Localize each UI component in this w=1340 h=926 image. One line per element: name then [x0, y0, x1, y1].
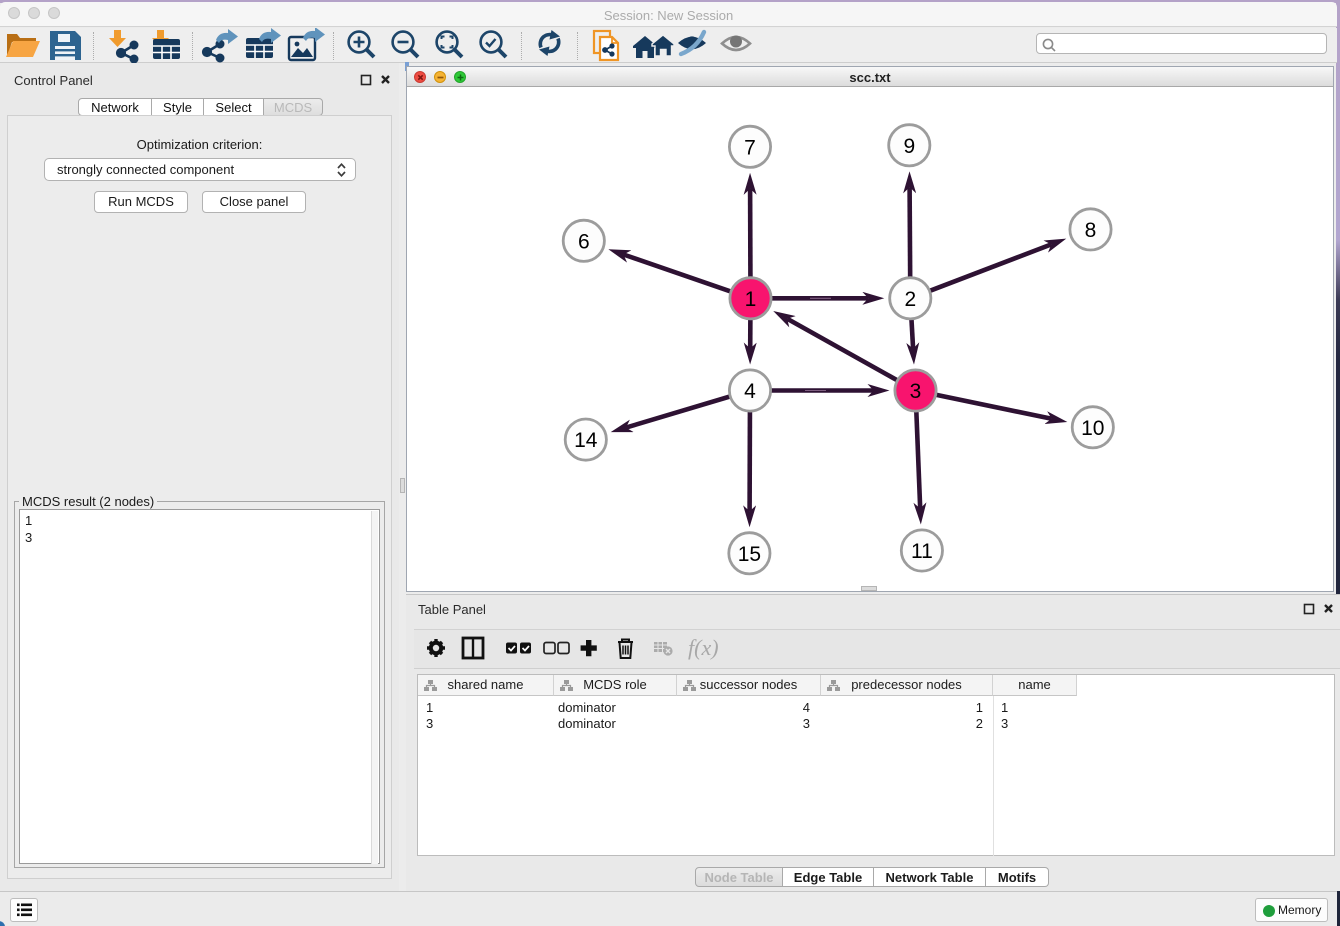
- svg-text:4: 4: [744, 380, 756, 403]
- svg-text:6: 6: [578, 230, 590, 253]
- svg-text:8: 8: [1085, 219, 1097, 242]
- svg-text:1: 1: [745, 288, 757, 311]
- svg-text:f(x): f(x): [688, 635, 719, 660]
- svg-text:11: 11: [911, 540, 933, 563]
- svg-text:3: 3: [910, 380, 922, 403]
- svg-text:15: 15: [738, 543, 761, 566]
- svg-text:14: 14: [574, 429, 598, 452]
- svg-text:7: 7: [744, 136, 756, 159]
- svg-text:10: 10: [1081, 417, 1104, 440]
- svg-text:9: 9: [903, 135, 915, 158]
- svg-text:2: 2: [904, 288, 916, 311]
